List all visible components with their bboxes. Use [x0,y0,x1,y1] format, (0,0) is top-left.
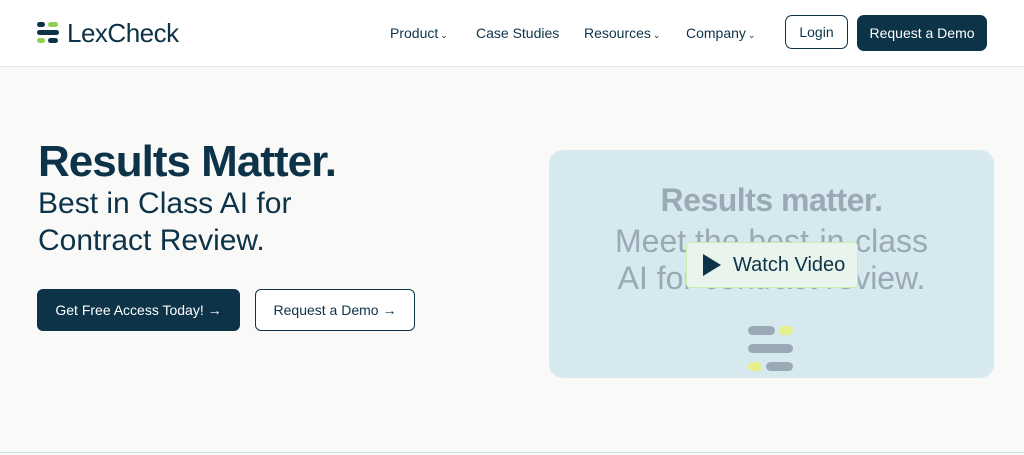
watch-video-label: Watch Video [733,253,846,276]
watch-video-button[interactable]: Watch Video [686,242,858,288]
lexcheck-logo[interactable]: LexCheck [37,17,179,49]
video-logo-icon [748,326,796,374]
play-icon [703,254,721,276]
request-demo-header-button[interactable]: Request a Demo [857,15,987,51]
nav-product[interactable]: Product ⌄ [390,22,448,46]
chevron-down-icon: ⌄ [652,30,661,40]
hero-subtitle: Best in Class AI for Contract Review. [38,187,292,257]
section-divider [0,452,1024,453]
chevron-down-icon: ⌄ [440,30,448,40]
nav-resources[interactable]: Resources ⌄ [584,22,660,46]
hero-title: Results Matter. [38,137,337,186]
login-button[interactable]: Login [785,15,848,49]
logo-mark-icon [37,20,61,46]
video-thumbnail[interactable]: Results matter. Meet the best-in-class A… [549,150,994,378]
nav-product-label: Product [390,25,439,41]
nav-company[interactable]: Company ⌄ [686,22,755,46]
logo-text: LexCheck [67,18,179,48]
request-demo-button[interactable]: Request a Demo → [255,289,415,331]
video-headline: Results matter. [660,182,883,218]
get-free-access-button[interactable]: Get Free Access Today! → [37,289,240,331]
chevron-down-icon: ⌄ [747,30,756,40]
nav-company-label: Company [686,25,746,41]
nav-case-studies-label: Case Studies [476,25,560,41]
nav-resources-label: Resources [584,25,651,41]
nav-case-studies[interactable]: Case Studies [476,22,559,44]
site-header: LexCheck Product ⌄ Case Studies Resources… [0,0,1024,67]
